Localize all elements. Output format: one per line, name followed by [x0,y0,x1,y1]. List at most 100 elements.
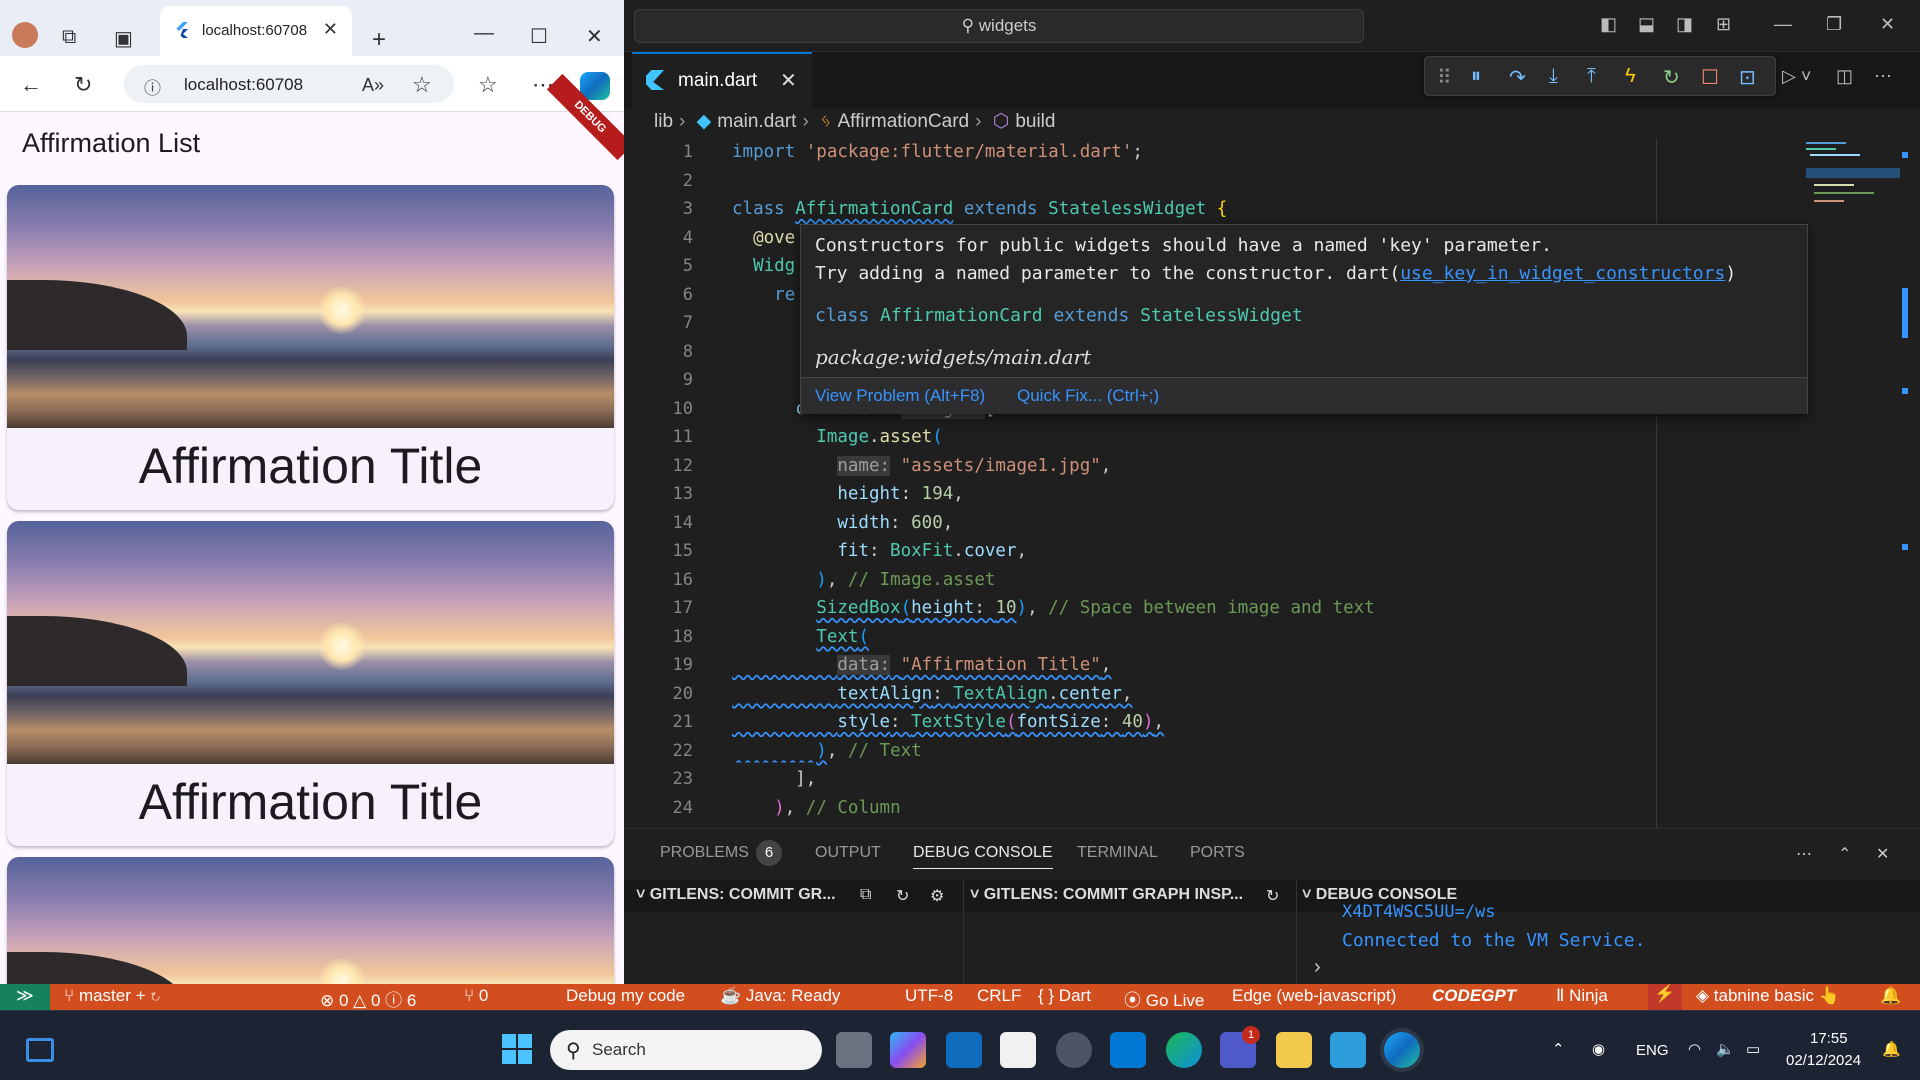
split-editor-icon[interactable]: ◫ [1836,66,1853,87]
view-problem-link[interactable]: View Problem (Alt+F8) [815,386,985,406]
maximize-icon[interactable]: ☐ [530,24,548,49]
maximize-panel-icon[interactable]: ⌃ [1838,844,1851,864]
teams-tray-icon[interactable]: ◉ [1592,1040,1605,1058]
java-status[interactable]: ☕ Java: Ready [720,986,840,1006]
settings-gear-icon[interactable] [1056,1032,1092,1068]
tab-ports[interactable]: PORTS [1190,844,1245,862]
tabnine-status[interactable]: ◈ tabnine basic 👆 [1696,986,1840,1006]
notepad-icon[interactable] [1330,1032,1366,1068]
refresh-icon[interactable]: ↻ [74,72,92,98]
command-center-search[interactable]: ⚲ widgets [634,9,1364,43]
microsoft-store-icon[interactable] [1000,1032,1036,1068]
code-line[interactable]: name: "assets/image1.jpg", [732,452,1111,480]
editor-tab-main-dart[interactable]: main.dart ✕ [632,52,812,108]
toggle-sidebar-icon[interactable]: ◧ [1600,14,1617,35]
code-line[interactable]: class AffirmationCard extends StatelessW… [732,195,1227,223]
start-windows-icon[interactable] [502,1034,532,1064]
quick-fix-link[interactable]: Quick Fix... (Ctrl+;) [1017,386,1159,406]
code-line[interactable]: re [732,281,795,309]
language-indicator[interactable]: ENG [1636,1042,1669,1059]
ports-status[interactable]: ⑂ 0 [464,986,488,1006]
settings-gear-icon[interactable]: ⚙ [930,886,944,906]
device-status[interactable]: Edge (web-javascript) [1232,986,1396,1006]
remote-indicator[interactable]: ≫ [0,984,50,1010]
mail-icon[interactable] [946,1032,982,1068]
problems-status[interactable]: ⊗ 0 △ 0 ⓘ 6 [320,986,416,1011]
step-out-icon[interactable]: ⤒ [1587,65,1596,88]
ninja-status[interactable]: Ⅱ Ninja [1556,986,1608,1006]
code-line[interactable]: width: 600, [732,509,953,537]
code-line[interactable]: style: TextStyle(fontSize: 40), [732,708,1164,736]
address-bar[interactable]: ⓘ localhost:60708 [124,65,454,103]
code-line[interactable]: ), // Column [732,794,900,822]
notifications-bell-icon[interactable]: 🔔 [1880,986,1901,1006]
tab-debug-console[interactable]: DEBUG CONSOLE [913,844,1053,869]
toggle-secondary-sidebar-icon[interactable]: ◨ [1676,14,1693,35]
debug-input-chevron-icon[interactable]: › [1314,956,1321,979]
code-line[interactable]: fit: BoxFit.cover, [732,537,1027,565]
close-tab-icon[interactable]: ✕ [323,19,338,40]
read-aloud-icon[interactable]: A» [362,75,384,96]
battery-icon[interactable]: ▭ [1746,1040,1760,1058]
clock-date[interactable]: 02/12/2024 [1786,1052,1861,1069]
more-actions-icon[interactable]: ⋯ [1874,66,1892,87]
breadcrumb-item[interactable]: lib [654,111,673,132]
show-hidden-icons[interactable]: ⌃ [1552,1040,1565,1058]
pause-icon[interactable]: ⏸ [1471,65,1481,88]
editor-scrollbar[interactable] [1900,138,1920,828]
open-external-icon[interactable]: ⧉ [860,886,871,904]
back-icon[interactable]: ← [20,72,42,98]
volume-icon[interactable]: 🔈 [1716,1040,1735,1058]
tab-terminal[interactable]: TERMINAL [1077,844,1158,862]
taskbar-search-box[interactable]: ⚲ Search [550,1030,822,1070]
section-gitlens-commit-graph[interactable]: ˅ GITLENS: COMMIT GR... [636,886,836,904]
lint-rule-link[interactable]: use_key_in_widget_constructors [1400,263,1725,284]
code-line[interactable]: ), // Image.asset [732,566,995,594]
refresh-icon[interactable]: ↻ [1266,886,1279,906]
tab-output[interactable]: OUTPUT [815,844,881,862]
stop-icon[interactable]: ☐ [1701,65,1719,90]
section-gitlens-inspect[interactable]: ˅ GITLENS: COMMIT GRAPH INSP... [970,886,1243,904]
customize-layout-icon[interactable]: ⊞ [1716,14,1731,35]
favorites-icon[interactable]: ☆ [478,72,498,98]
restore-icon[interactable]: ❐ [1826,14,1842,35]
minimize-icon[interactable]: — [1774,14,1792,35]
breadcrumb-item[interactable]: AffirmationCard [837,111,969,132]
panel-more-icon[interactable]: ⋯ [1796,844,1812,864]
tab-actions-icon[interactable]: ▣ [114,26,133,51]
browser-tab[interactable]: localhost:60708 ✕ [160,6,352,56]
minimap[interactable] [1800,138,1900,238]
profile-avatar-icon[interactable] [12,22,38,48]
copilot-app-icon[interactable] [890,1032,926,1068]
debug-status[interactable]: Debug my code [566,986,685,1006]
code-line[interactable]: Image.asset( [732,423,942,451]
clock-time[interactable]: 17:55 [1810,1030,1848,1047]
restart-icon[interactable]: ↻ [1663,65,1680,90]
drag-handle-icon[interactable]: ⠿ [1437,65,1452,90]
wifi-icon[interactable]: ◠ [1688,1040,1701,1058]
no-sync-icon[interactable]: ⚡ [1648,984,1682,1010]
code-line[interactable]: Text( [732,623,869,651]
favorite-star-icon[interactable]: ☆ [412,72,432,98]
teams-icon[interactable]: 1 [1220,1026,1260,1068]
branch-status[interactable]: ⑂ master + ↻ [64,986,160,1006]
code-line[interactable]: Widg [732,252,795,280]
code-line[interactable]: height: 194, [732,480,963,508]
tab-problems[interactable]: PROBLEMS [660,844,749,862]
close-panel-icon[interactable]: ✕ [1876,844,1889,864]
eol-status[interactable]: CRLF [977,986,1021,1006]
code-line[interactable]: textAlign: TextAlign.center, [732,680,1132,708]
toggle-panel-icon[interactable]: ⬓ [1638,14,1655,35]
edge-icon[interactable] [1384,1032,1420,1068]
language-status[interactable]: { } Dart [1038,986,1091,1006]
breadcrumb-item[interactable]: build [1015,111,1055,132]
new-tab-icon[interactable]: + [372,26,386,54]
site-info-icon[interactable]: ⓘ [144,74,161,99]
code-line[interactable]: @ove [732,224,795,252]
workspaces-icon[interactable]: ⧉ [62,26,76,49]
widget-inspector-icon[interactable]: ⊡ [1739,65,1756,90]
widgets-icon[interactable] [26,1038,54,1062]
go-live-status[interactable]: ⦿ Go Live [1124,986,1204,1011]
step-into-icon[interactable]: ⤓ [1549,65,1558,88]
minimize-icon[interactable]: — [474,22,494,45]
